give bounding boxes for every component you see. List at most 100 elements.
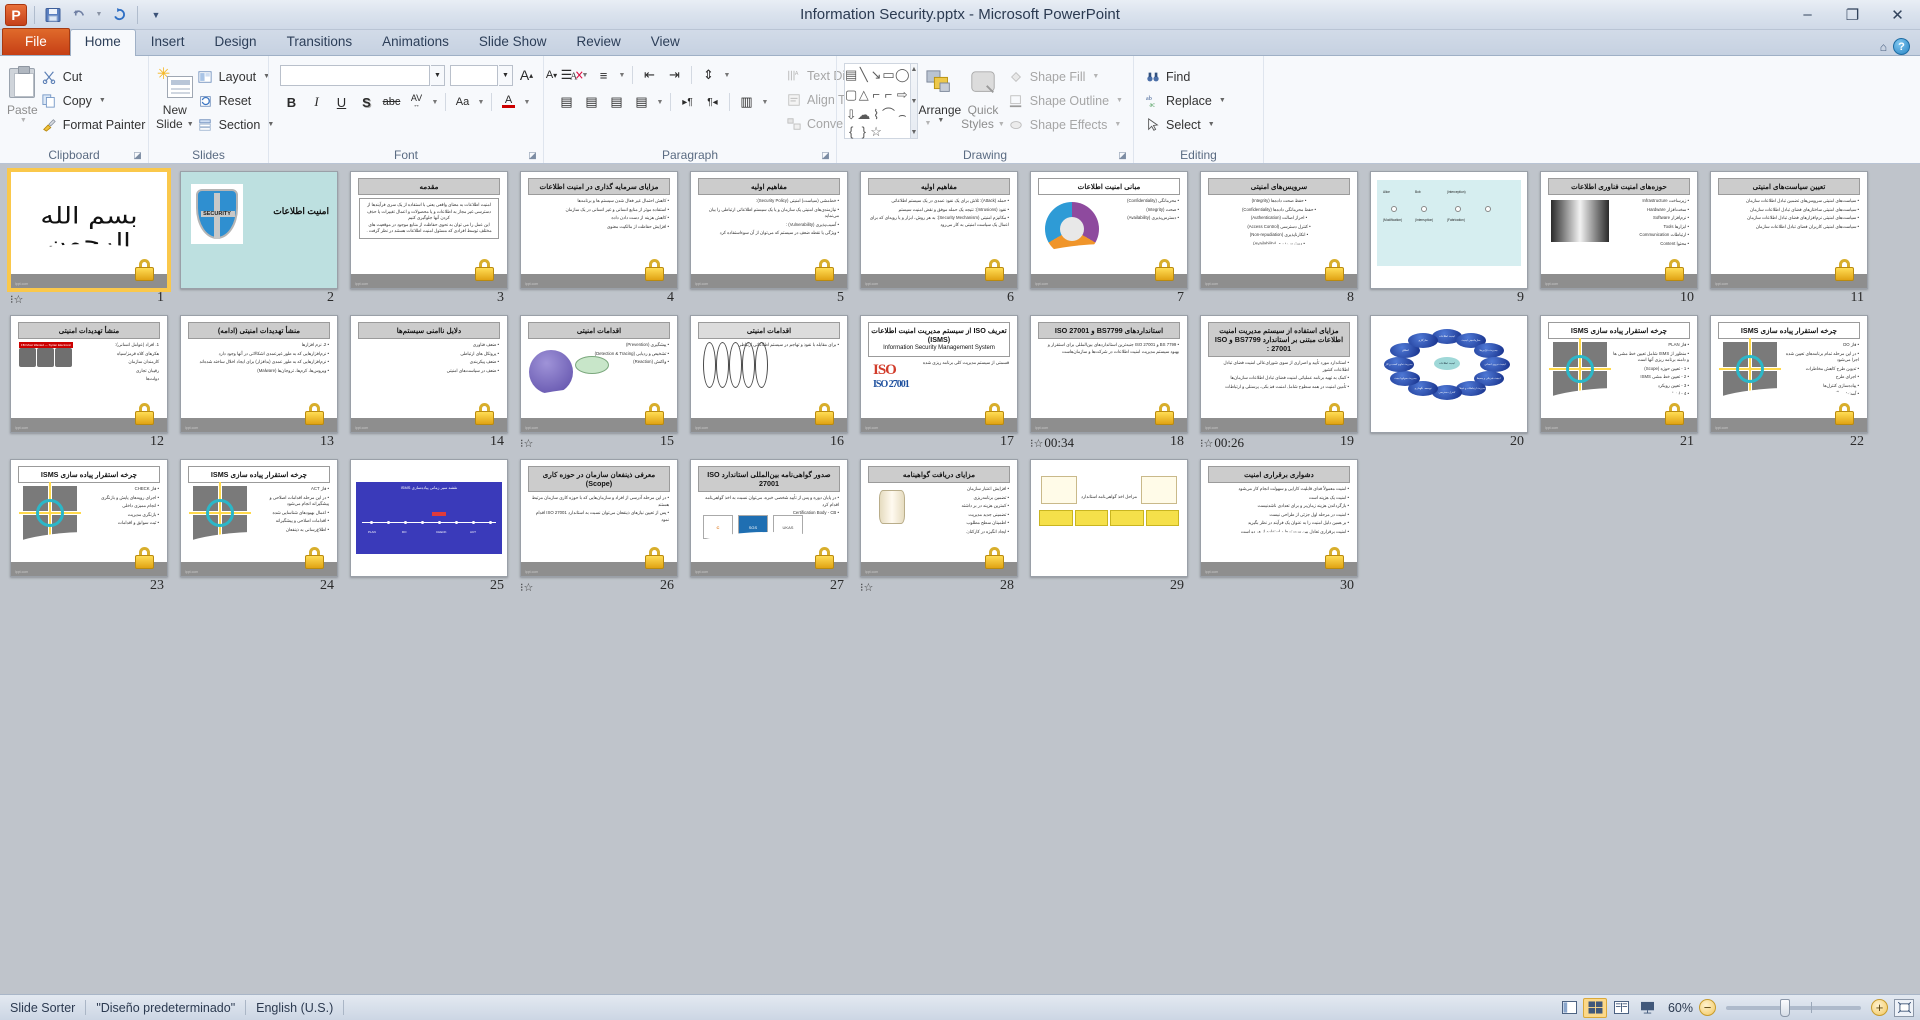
shape-star-icon[interactable]: ☆ <box>870 125 882 138</box>
shape-textbox-icon[interactable]: ▤ <box>845 68 857 81</box>
font-size-input[interactable] <box>450 64 498 86</box>
slide-thumbnail-14[interactable]: دلایل ناامنی سیستم‌ها ضعف فناوریپروتکل ها… <box>350 315 520 453</box>
view-slide-sorter-button[interactable] <box>1583 997 1607 1018</box>
tab-review[interactable]: Review <box>561 29 635 55</box>
shape-triangle-icon[interactable]: △ <box>859 88 869 101</box>
transition-indicator-icon[interactable]: ⁝☆ <box>1200 437 1213 450</box>
decrease-indent-button[interactable]: ⇤ <box>638 64 661 86</box>
columns-button[interactable]: ▥ <box>735 91 758 113</box>
slide-canvas[interactable]: چرخه استقرار پیاده سازی ISMSفاز PLANمنظو… <box>1540 315 1698 433</box>
slide-thumbnail-15[interactable]: اقدامات امنیتیپیشگیری (Prevention)تشخیص … <box>520 315 690 453</box>
slide-canvas[interactable]: چرخه استقرار پیاده سازی ISMS فاز ACTدر ای… <box>180 459 338 577</box>
slide-thumbnail-13[interactable]: منشأ تهدیدات امنیتی (ادامه) 2. نرم افزاره… <box>180 315 350 453</box>
slide-sorter-pane[interactable]: بسم الله الرحمن الرحیمlppt.com⁝☆1SECURIT… <box>0 164 1920 994</box>
slide-canvas[interactable]: دلایل ناامنی سیستم‌ها ضعف فناوریپروتکل ها… <box>350 315 508 433</box>
shape-line-icon[interactable]: ╲ <box>860 68 868 81</box>
slide-canvas[interactable]: تعریف ISO از سیستم مدیریت امنیت اطلاعات … <box>860 315 1018 433</box>
paste-button[interactable]: Paste ▼ <box>7 61 38 124</box>
zoom-out-button[interactable]: − <box>1699 999 1716 1016</box>
slide-thumbnail-9[interactable]: Alice Bob (interception) (Modification) (Int… <box>1370 171 1540 309</box>
slide-canvas[interactable]: مزایای سرمایه گذاری در امنیت اطلاعات کاهش… <box>520 171 678 289</box>
font-color-caret-icon[interactable]: ▼ <box>522 91 532 113</box>
underline-button[interactable]: U <box>330 91 353 113</box>
slide-canvas[interactable]: مقدمه امنیت اطلاعات به معنای واقعی یعنی ب… <box>350 171 508 289</box>
transition-indicator-icon[interactable]: ⁝☆ <box>520 437 533 450</box>
shape-arc-icon[interactable]: ⌢ <box>898 108 907 121</box>
shape-arrow-icon[interactable]: ↘ <box>871 68 882 81</box>
text-shadow-button[interactable]: S <box>355 91 378 113</box>
slide-thumbnail-6[interactable]: مفاهیم اولیه حمله (Attack): تلاش برای یک … <box>860 171 1030 309</box>
slide-thumbnail-22[interactable]: چرخه استقرار پیاده سازی ISMSفاز DOدر این… <box>1710 315 1880 453</box>
slide-canvas[interactable]: امنیت اطلاعات سازماندهی امنیت مدیریت دارای… <box>1370 315 1528 433</box>
section-button[interactable]: Section ▼ <box>194 113 280 136</box>
clipboard-dialog-launcher[interactable]: ◪ <box>132 150 143 161</box>
shape-outline-button[interactable]: Shape Outline ▼ <box>1005 89 1128 112</box>
shape-elbow-connector-icon[interactable]: ⌐ <box>872 88 880 101</box>
character-spacing-button[interactable]: AV ↔ <box>405 91 428 113</box>
shape-rectangle-icon[interactable]: ▭ <box>882 68 894 81</box>
numbering-button[interactable]: ≡ <box>592 64 615 86</box>
shape-right-brace-icon[interactable]: } <box>862 125 866 138</box>
slide-canvas[interactable]: مزایای دریافت گواهینامه افزایش اعتبار ساز… <box>860 459 1018 577</box>
slide-canvas[interactable]: چرخه استقرار پیاده سازی ISMS فاز CHECKاجر… <box>10 459 168 577</box>
shape-fill-button[interactable]: Shape Fill ▼ <box>1005 65 1128 88</box>
slide-canvas[interactable]: اقدامات امنیتیپیشگیری (Prevention)تشخیص … <box>520 315 678 433</box>
slide-thumbnail-24[interactable]: چرخه استقرار پیاده سازی ISMS فاز ACTدر ای… <box>180 459 350 597</box>
align-left-button[interactable]: ▤ <box>555 91 578 113</box>
bullets-button[interactable]: ☰ <box>555 64 578 86</box>
bold-button[interactable]: B <box>280 91 303 113</box>
numbering-caret-icon[interactable]: ▼ <box>617 64 627 86</box>
shape-rounded-rect-icon[interactable]: ▢ <box>845 88 857 101</box>
restore-button[interactable]: ❐ <box>1830 0 1875 29</box>
grow-font-button[interactable]: A ▴ <box>515 64 538 86</box>
reset-button[interactable]: Reset <box>194 89 280 112</box>
slide-canvas[interactable]: سرویس‌های امنیتی حفظ صحت داده‌ها (Integri… <box>1200 171 1358 289</box>
slide-thumbnail-18[interactable]: استانداردهای BS7799 و ISO 27001 BS 7799 و… <box>1030 315 1200 453</box>
slide-thumbnail-26[interactable]: معرفی ذینفعان سازمان در حوزه کاری (Scope… <box>520 459 690 597</box>
italic-button[interactable]: I <box>305 91 328 113</box>
slide-canvas[interactable]: منشأ تهدیدات امنیتی (ادامه) 2. نرم افزاره… <box>180 315 338 433</box>
change-case-caret-icon[interactable]: ▼ <box>476 91 486 113</box>
minimize-button[interactable]: – <box>1785 0 1830 29</box>
select-button[interactable]: Select ▼ <box>1141 113 1231 136</box>
slide-thumbnail-4[interactable]: مزایای سرمایه گذاری در امنیت اطلاعات کاهش… <box>520 171 690 309</box>
shape-right-arrow-icon[interactable]: ⇨ <box>897 88 908 101</box>
slide-canvas[interactable]: صدور گواهی‌نامه بین‌المللی استاندارد ISO… <box>690 459 848 577</box>
line-spacing-button[interactable]: ⇕ <box>697 64 720 86</box>
layout-button[interactable]: Layout ▼ <box>194 65 280 88</box>
shape-oval-icon[interactable]: ◯ <box>895 68 910 81</box>
slide-thumbnail-1[interactable]: بسم الله الرحمن الرحیمlppt.com⁝☆ 1 <box>7 168 180 309</box>
slide-thumbnail-12[interactable]: منشأ تهدیدات امنیتی FBI Most Wanted — Syr… <box>10 315 180 453</box>
view-reading-button[interactable] <box>1609 998 1633 1018</box>
fit-to-window-icon[interactable] <box>1894 998 1914 1017</box>
bullets-caret-icon[interactable]: ▼ <box>580 64 590 86</box>
slide-thumbnail-5[interactable]: مفاهیم اولیه خط‌مشی (سیاست) امنیتی (Secur… <box>690 171 860 309</box>
minimize-ribbon-icon[interactable]: ⌂ <box>1880 40 1887 54</box>
view-slide-show-button[interactable] <box>1635 998 1659 1018</box>
status-theme[interactable]: "Diseño predeterminado" <box>86 995 245 1020</box>
slide-thumbnail-2[interactable]: SECURITY امنیت اطلاعات 2 <box>180 171 350 309</box>
slide-canvas[interactable]: بسم الله الرحمن الرحیمlppt.com <box>7 168 171 292</box>
slide-canvas[interactable]: اقدامات امنیتیبرای مقابله با نفوذ و تهاج… <box>690 315 848 433</box>
rtl-direction-button[interactable]: ¶◂ <box>701 91 724 113</box>
align-center-button[interactable]: ▤ <box>580 91 603 113</box>
slide-canvas[interactable]: مبانی امنیت اطلاعات محرمانگی (Confidentia… <box>1030 171 1188 289</box>
tab-slide-show[interactable]: Slide Show <box>464 29 562 55</box>
paragraph-dialog-launcher[interactable]: ◪ <box>820 150 831 161</box>
undo-icon[interactable] <box>68 4 90 26</box>
format-painter-button[interactable]: Format Painter <box>38 113 151 136</box>
shape-effects-button[interactable]: Shape Effects ▼ <box>1005 113 1128 136</box>
slide-thumbnail-8[interactable]: سرویس‌های امنیتی حفظ صحت داده‌ها (Integri… <box>1200 171 1370 309</box>
slide-canvas[interactable]: Alice Bob (interception) (Modification) (Int… <box>1370 171 1528 289</box>
help-icon[interactable]: ? <box>1893 38 1910 55</box>
view-normal-button[interactable] <box>1557 998 1581 1018</box>
slide-canvas[interactable]: مفاهیم اولیه خط‌مشی (سیاست) امنیتی (Secur… <box>690 171 848 289</box>
shape-cloud-icon[interactable]: ☁ <box>857 108 870 121</box>
slide-canvas[interactable]: معرفی ذینفعان سازمان در حوزه کاری (Scope… <box>520 459 678 577</box>
shape-elbow-arrow-icon[interactable]: ⌐ <box>885 88 893 101</box>
cut-button[interactable]: Cut <box>38 65 151 88</box>
tab-insert[interactable]: Insert <box>136 29 200 55</box>
zoom-slider[interactable] <box>1726 998 1861 1017</box>
transition-indicator-icon[interactable]: ⁝☆ <box>520 581 533 594</box>
character-spacing-caret-icon[interactable]: ▼ <box>430 91 440 113</box>
